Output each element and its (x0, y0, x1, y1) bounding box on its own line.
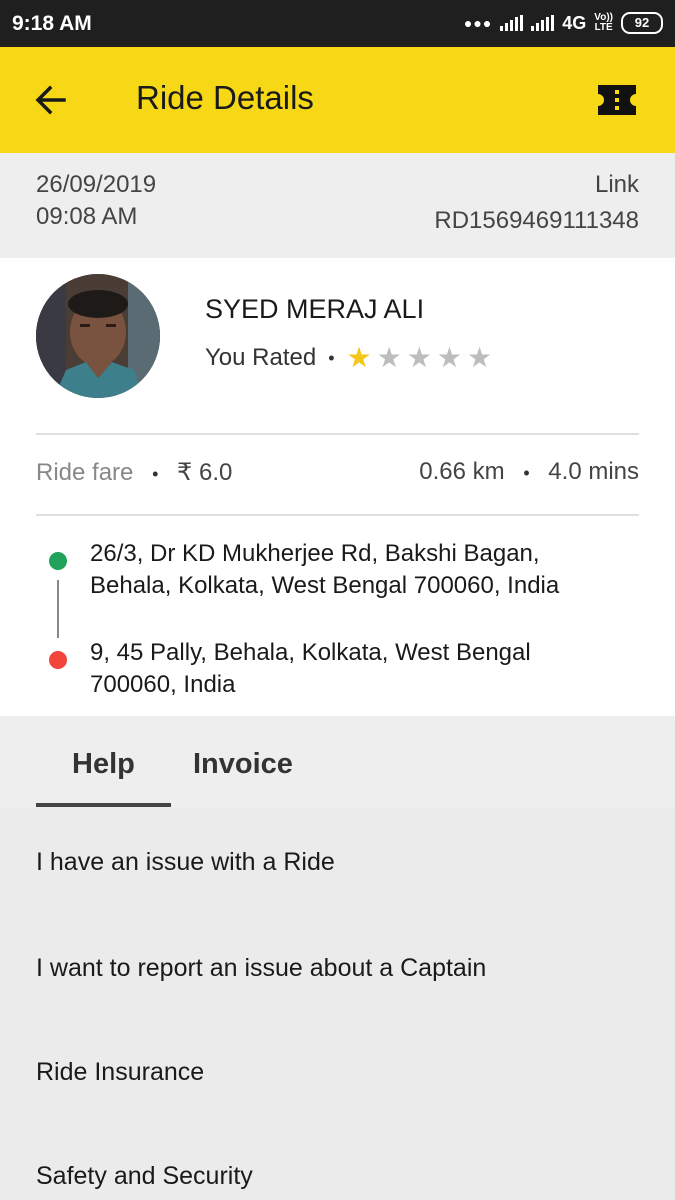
pickup-address: 26/3, Dr KD Mukherjee Rd, Bakshi Bagan, … (90, 538, 630, 602)
tab-help[interactable]: Help (72, 748, 135, 781)
status-bar: 9:18 AM ●●● 4G Vo)) LTE 92 (0, 0, 675, 47)
tab-invoice[interactable]: Invoice (193, 748, 293, 781)
divider (36, 514, 639, 516)
battery-icon: 92 (621, 12, 663, 34)
pickup-address-line1: 26/3, Dr KD Mukherjee Rd, Bakshi Bagan, (90, 540, 540, 567)
active-tab-indicator (36, 803, 171, 807)
star-icon: ★ (406, 342, 432, 373)
help-item-safety-security[interactable]: Safety and Security (36, 1162, 253, 1191)
volte-line2: LTE (594, 22, 613, 33)
help-list: I have an issue with a Ride I want to re… (0, 808, 675, 1200)
volte-icon: Vo)) LTE (594, 13, 613, 33)
arrow-left-icon (35, 85, 66, 115)
ride-date: 26/09/2019 (36, 171, 157, 198)
signal-icon (500, 15, 524, 31)
trip-duration: 4.0 mins (548, 458, 639, 485)
help-item-ride-insurance[interactable]: Ride Insurance (36, 1058, 204, 1087)
help-item-captain-issue[interactable]: I want to report an issue about a Captai… (36, 954, 486, 983)
link-label[interactable]: Link (595, 171, 639, 199)
rated-label: You Rated (205, 344, 317, 371)
more-dots-icon: ●●● (463, 15, 493, 31)
trip-stats: 0.66 km • 4.0 mins (419, 458, 639, 486)
star-icon: ★ (376, 342, 402, 373)
ride-time: 09:08 AM (36, 203, 138, 230)
ticket-icon (598, 85, 636, 115)
back-button[interactable] (30, 80, 70, 120)
star-icon: ★ (466, 342, 493, 373)
route-line (57, 580, 59, 638)
driver-avatar (36, 274, 160, 398)
status-time: 9:18 AM (12, 12, 92, 35)
app-bar: Ride Details (0, 47, 675, 153)
pickup-dot-icon (49, 552, 67, 570)
signal-icon-2 (531, 15, 555, 31)
drop-address-line2: 700060, India (90, 671, 236, 698)
help-item-ride-issue[interactable]: I have an issue with a Ride (36, 848, 335, 877)
driver-photo (36, 274, 160, 398)
fare-label: Ride fare (36, 459, 134, 486)
ticket-button[interactable] (596, 83, 638, 117)
ride-card: SYED MERAJ ALI You Rated • ★ ★ ★ ★ ★ Rid… (0, 258, 675, 716)
trip-distance: 0.66 km (419, 458, 505, 485)
status-icons: ●●● 4G Vo)) LTE 92 (464, 10, 663, 36)
page-title: Ride Details (136, 79, 314, 116)
fare-amount: ₹ 6.0 (177, 459, 233, 486)
pickup-address-line2: Behala, Kolkata, West Bengal 700060, Ind… (90, 572, 560, 599)
ride-id: RD1569469111348 (434, 207, 639, 234)
drop-address: 9, 45 Pally, Behala, Kolkata, West Benga… (90, 637, 630, 701)
driver-name: SYED MERAJ ALI (205, 294, 425, 324)
network-type: 4G (562, 12, 587, 33)
fare-info: Ride fare • ₹ 6.0 (36, 458, 232, 487)
drop-dot-icon (49, 651, 67, 669)
ride-meta-header: 26/09/2019 09:08 AM Link RD1569469111348 (0, 153, 675, 255)
star-icon: ★ (346, 342, 372, 373)
separator-dot: • (152, 464, 159, 484)
star-rating: ★ ★ ★ ★ ★ (347, 344, 493, 372)
drop-address-line1: 9, 45 Pally, Behala, Kolkata, West Benga… (90, 639, 531, 666)
divider (36, 433, 639, 435)
separator-dot: • (328, 347, 335, 368)
star-icon: ★ (436, 342, 462, 373)
rating-row: You Rated • ★ ★ ★ ★ ★ (205, 344, 492, 372)
separator-dot: • (523, 463, 530, 483)
tab-bar: Help Invoice (0, 716, 675, 808)
